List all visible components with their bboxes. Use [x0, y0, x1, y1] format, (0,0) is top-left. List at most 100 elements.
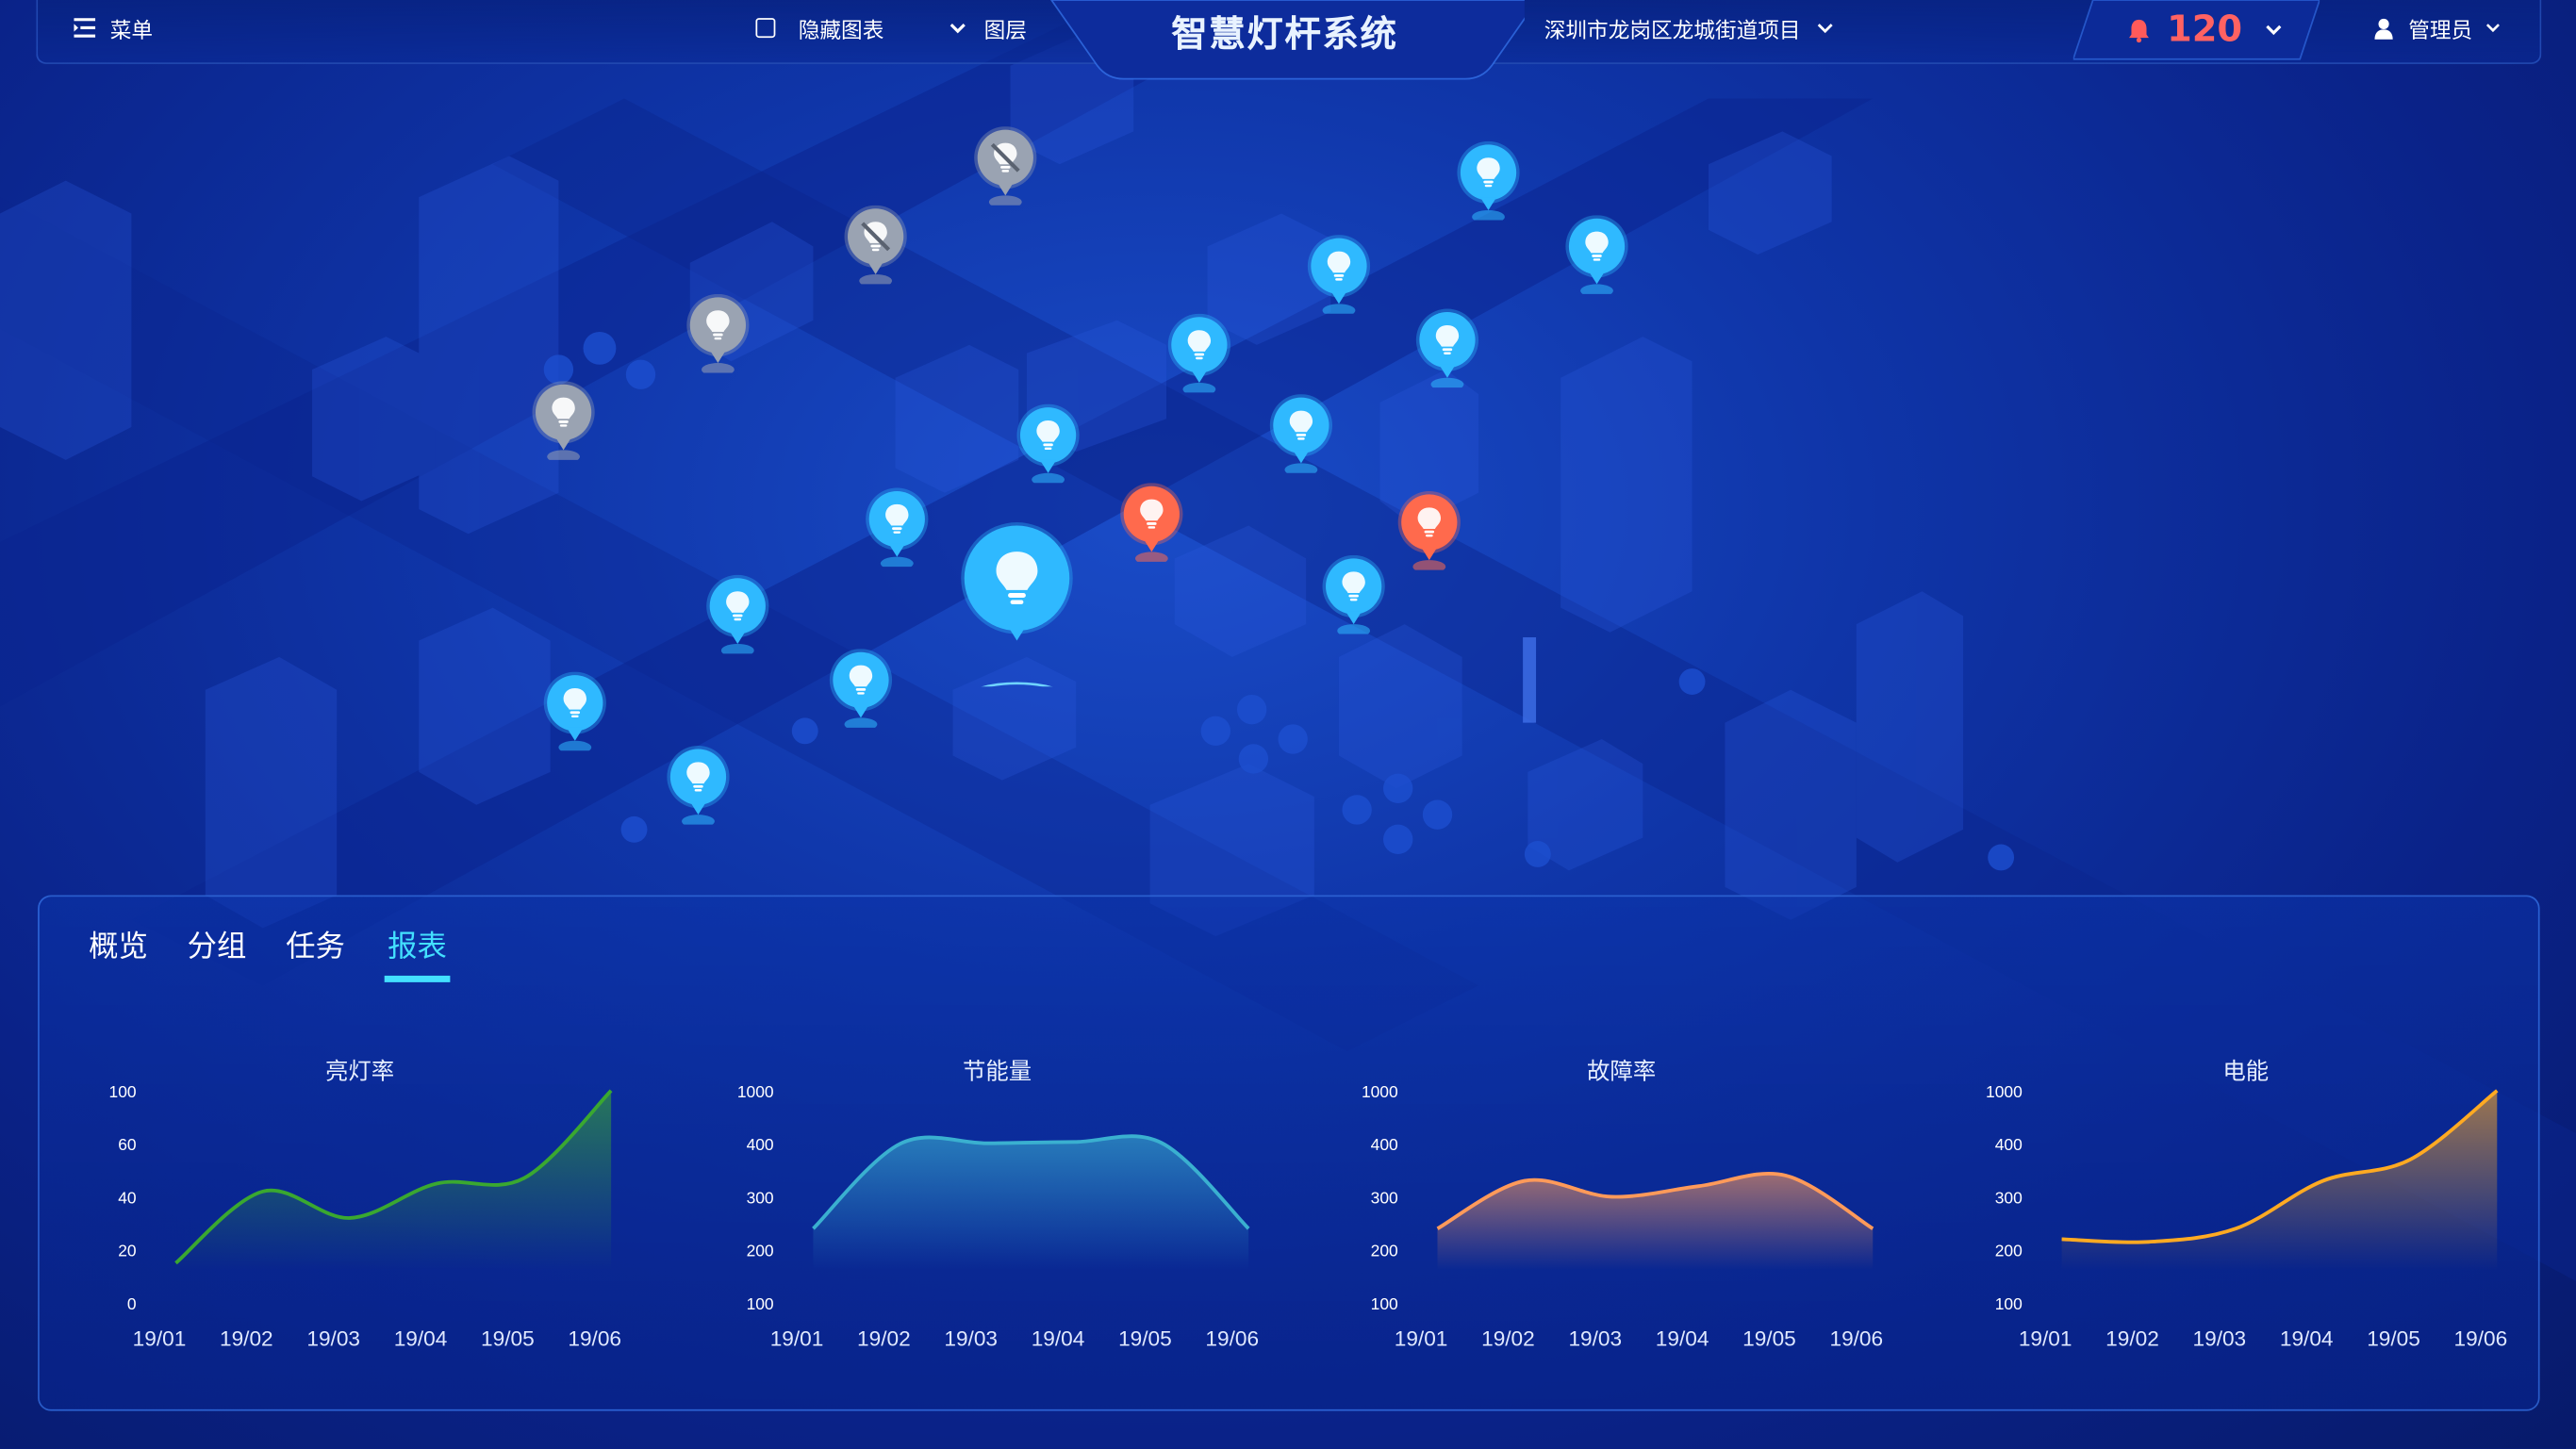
alarm-count: 120: [2167, 8, 2243, 51]
chart-title: 电能: [2222, 1059, 2270, 1086]
chart-title: 故障率: [1587, 1059, 1657, 1086]
y-tick-label: 100: [1371, 1294, 1398, 1313]
menu-label: 菜单: [109, 19, 154, 44]
y-tick-label: 40: [118, 1188, 136, 1207]
lamp-pin-offline[interactable]: [531, 381, 597, 460]
x-tick-label: 19/02: [857, 1326, 911, 1350]
y-tick-label: 60: [118, 1135, 136, 1154]
x-tick-label: 19/04: [1656, 1326, 1709, 1350]
y-tick-label: 400: [1371, 1135, 1398, 1154]
user-icon: [2374, 17, 2393, 39]
chart-energy-saved: 1000 400 300 200 100 19/01 19/02 19/03 19/04 19/0…: [710, 1045, 1285, 1373]
x-tick-label: 19/06: [1205, 1326, 1259, 1350]
x-tick-label: 19/01: [133, 1326, 187, 1350]
chart-electric-energy-plot: 100040030020010019/01 19/02 19/03 19/04 19/0…: [1986, 1082, 2508, 1350]
report-panel: 概览 分组 任务 报表 100 60 40 20 0 19/01 19/02 19/03 19/…: [38, 895, 2540, 1411]
y-tick-label: 400: [747, 1135, 774, 1154]
chevron-down-icon: [2485, 24, 2500, 33]
layers-dropdown[interactable]: 图层: [949, 0, 1027, 56]
lamp-pin-online[interactable]: [864, 487, 930, 568]
layers-label: 图层: [983, 19, 1027, 44]
lamp-pin-online[interactable]: [1564, 215, 1630, 294]
x-tick-label: 19/02: [1481, 1326, 1535, 1350]
lamp-pin-offline-disabled[interactable]: [843, 205, 909, 285]
x-tick-label: 19/01: [770, 1326, 824, 1350]
menu-icon: [74, 18, 96, 38]
user-menu[interactable]: 管理员: [2374, 0, 2501, 56]
app-stage: 智慧灯杆系统 菜单 隐藏图表 图层 深圳市龙岗区龙城街道项目 120 管理员 概…: [0, 0, 2576, 1449]
lamp-pin-online[interactable]: [1166, 313, 1232, 393]
x-tick-label: 19/04: [2280, 1326, 2334, 1350]
x-tick-label: 19/04: [394, 1326, 448, 1350]
x-tick-label: 19/05: [481, 1326, 535, 1350]
x-tick-label: 19/04: [1032, 1326, 1085, 1350]
chart-title: 亮灯率: [324, 1059, 395, 1086]
x-tick-label: 19/03: [306, 1326, 360, 1350]
x-tick-label: 19/02: [2105, 1326, 2159, 1350]
lamp-pin-online[interactable]: [666, 746, 732, 825]
hide-charts-checkbox[interactable]: [755, 18, 776, 39]
alarm-button[interactable]: 120: [2127, 0, 2282, 59]
x-tick-label: 19/05: [1742, 1326, 1796, 1350]
x-tick-label: 19/06: [1829, 1326, 1883, 1350]
lamp-pin-fault[interactable]: [1396, 490, 1462, 570]
hide-charts-toggle[interactable]: 隐藏图表: [755, 0, 883, 56]
y-tick-label: 400: [1995, 1135, 2023, 1154]
chevron-down-icon: [2266, 24, 2282, 35]
y-tick-label: 100: [1995, 1294, 2023, 1313]
lamp-pin-online[interactable]: [1306, 235, 1372, 314]
chart-electric-energy: 1000 400 300 200 100 19/01 19/02 19/03 19/04 19/0…: [1958, 1045, 2534, 1373]
y-tick-label: 300: [1371, 1188, 1398, 1207]
chevron-down-icon: [1817, 23, 1833, 33]
lamp-pin-online[interactable]: [828, 649, 894, 728]
project-label: 深圳市龙岗区龙城街道项目: [1544, 19, 1801, 44]
tab-overview[interactable]: 概览: [89, 927, 148, 976]
chart-title: 节能量: [962, 1059, 1032, 1086]
panel-tabs: 概览 分组 任务 报表: [89, 927, 451, 982]
lamp-pin-offline[interactable]: [685, 293, 751, 373]
lamp-pin-online[interactable]: [1414, 308, 1480, 388]
lamp-pin-online[interactable]: [1321, 554, 1387, 634]
x-tick-label: 19/02: [220, 1326, 273, 1350]
lamp-pin-online[interactable]: [704, 574, 770, 654]
x-tick-label: 19/03: [2193, 1326, 2247, 1350]
y-tick-label: 300: [747, 1188, 774, 1207]
y-tick-label: 0: [127, 1294, 137, 1313]
x-tick-label: 19/03: [944, 1326, 998, 1350]
tab-reports[interactable]: 报表: [384, 927, 451, 982]
y-tick-label: 300: [1995, 1188, 2023, 1207]
chevron-down-icon: [949, 23, 966, 33]
x-tick-label: 19/06: [2454, 1326, 2508, 1350]
y-tick-label: 200: [1995, 1242, 2023, 1260]
x-tick-label: 19/01: [1395, 1326, 1448, 1350]
bell-icon: [2129, 19, 2149, 42]
x-tick-label: 19/05: [2367, 1326, 2420, 1350]
y-tick-label: 100: [747, 1294, 774, 1313]
chart-light-rate-plot: 100604020019/01 19/02 19/03 19/04 19/05 19/06: [109, 1082, 621, 1350]
chart-energy-saved-plot: 100040030020010019/01 19/02 19/03 19/04 19/0…: [737, 1082, 1259, 1350]
chart-fault-rate: 1000 400 300 200 100 19/01 19/02 19/03 19/04 19/0…: [1334, 1045, 1909, 1373]
lamp-pin-online[interactable]: [542, 671, 608, 751]
user-label: 管理员: [2408, 19, 2473, 44]
series-area: [175, 1090, 612, 1271]
menu-button[interactable]: 菜单: [74, 0, 153, 56]
x-tick-label: 19/06: [568, 1326, 621, 1350]
y-tick-label: 200: [1371, 1242, 1398, 1260]
y-tick-label: 200: [747, 1242, 774, 1260]
lamp-pin-offline-disabled[interactable]: [972, 126, 1038, 206]
lamp-pin-online[interactable]: [1268, 394, 1334, 473]
x-tick-label: 19/05: [1118, 1326, 1172, 1350]
project-selector[interactable]: 深圳市龙岗区龙城街道项目: [1544, 0, 1834, 56]
tab-tasks[interactable]: 任务: [286, 927, 345, 976]
x-tick-label: 19/01: [2019, 1326, 2072, 1350]
lamp-pin-selected[interactable]: [943, 522, 1091, 687]
app-title: 智慧灯杆系统: [1171, 14, 1398, 57]
chart-fault-rate-plot: 100040030020010019/01 19/02 19/03 19/04 19/0…: [1362, 1082, 1883, 1350]
chart-light-rate: 100 60 40 20 0 19/01 19/02 19/03 19/04 19/05 19/06…: [73, 1045, 648, 1373]
tab-groups[interactable]: 分组: [188, 927, 247, 976]
lamp-pin-online[interactable]: [1016, 403, 1082, 484]
lamp-pin-online[interactable]: [1456, 140, 1522, 221]
y-tick-label: 20: [118, 1242, 136, 1260]
hide-charts-label: 隐藏图表: [798, 19, 884, 44]
lamp-pin-fault[interactable]: [1119, 483, 1185, 562]
